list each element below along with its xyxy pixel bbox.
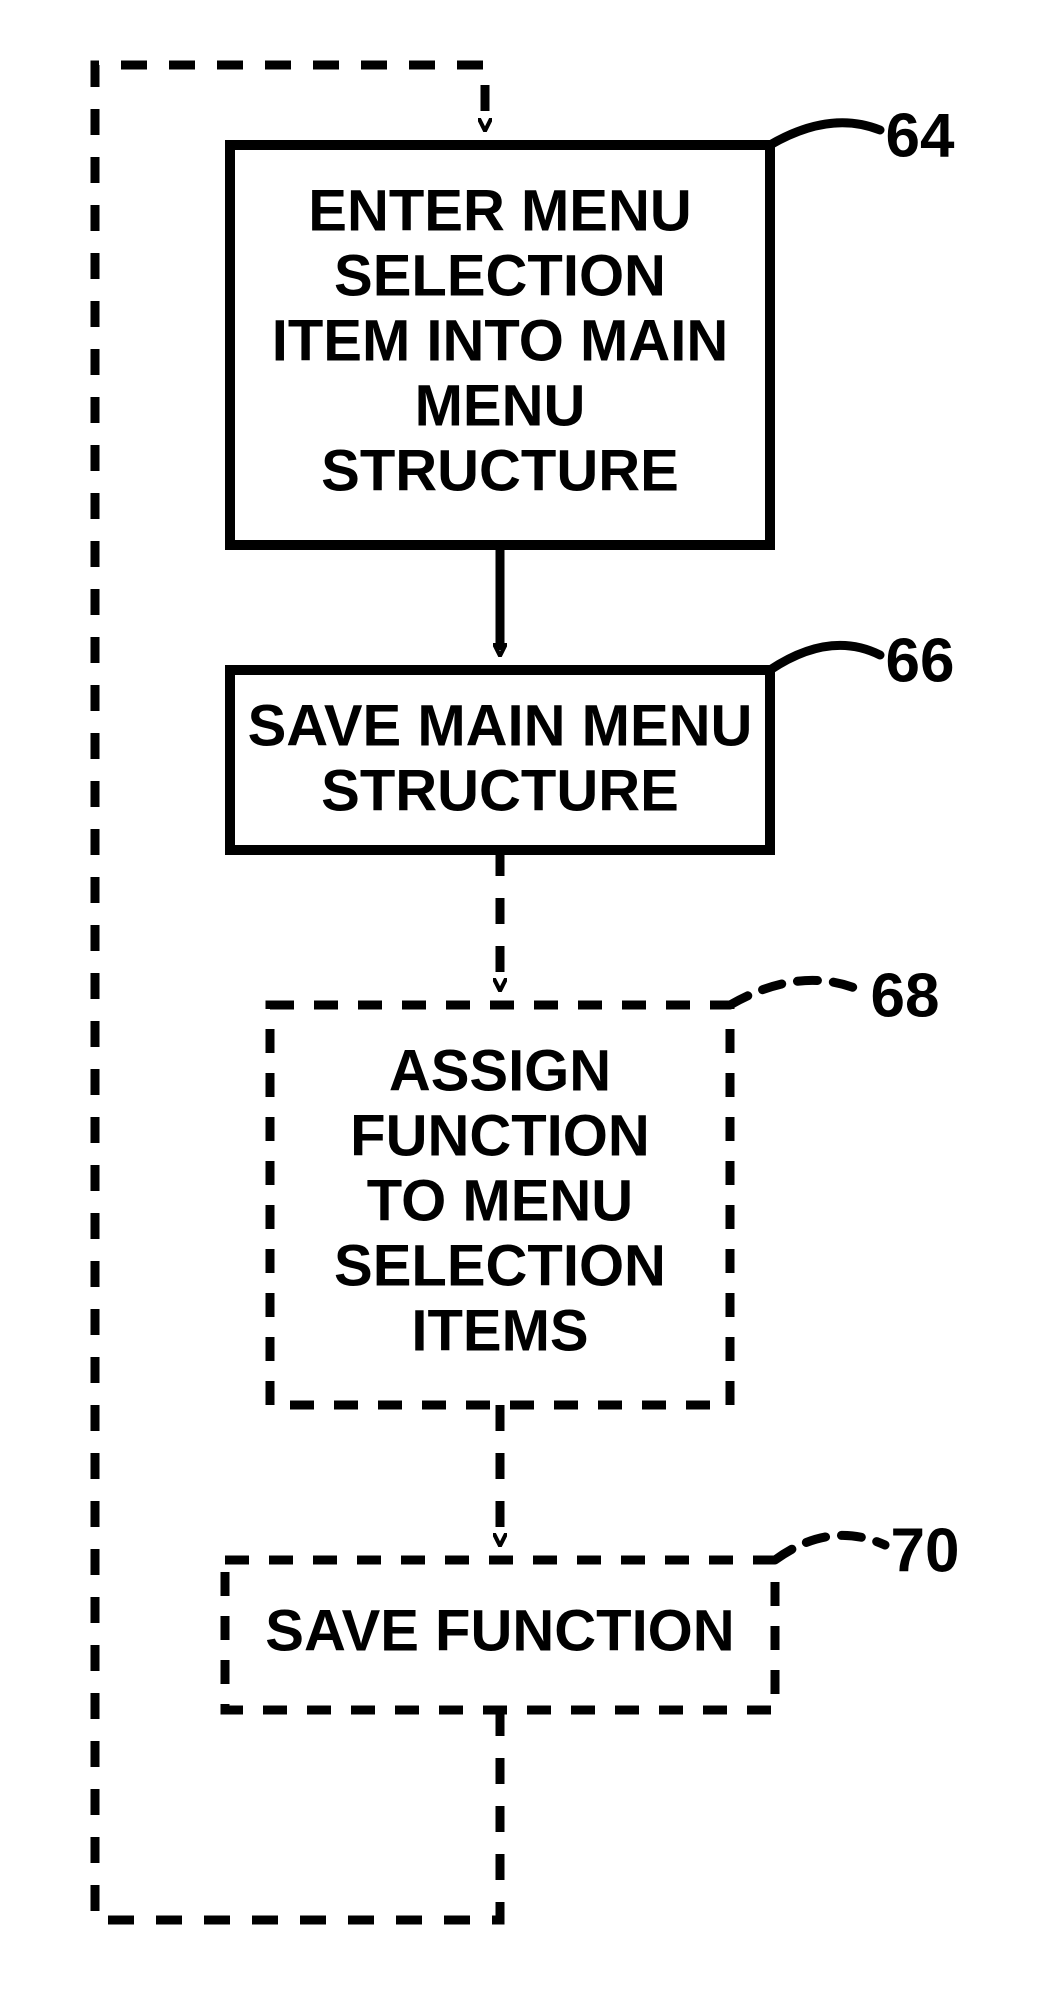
- node-64-line4: MENU: [415, 373, 586, 438]
- node-68-line3: TO MENU: [367, 1168, 633, 1233]
- node-68-line1: ASSIGN: [389, 1038, 611, 1103]
- ref-66-label: 66: [886, 626, 955, 695]
- node-64: ENTER MENU SELECTION ITEM INTO MAIN MENU…: [230, 145, 770, 545]
- node-66: SAVE MAIN MENU STRUCTURE: [230, 670, 770, 850]
- node-64-line1: ENTER MENU: [308, 178, 691, 243]
- node-70: SAVE FUNCTION: [225, 1560, 775, 1710]
- flowchart-svg: ENTER MENU SELECTION ITEM INTO MAIN MENU…: [0, 0, 1047, 2011]
- node-66-line1: SAVE MAIN MENU: [248, 693, 753, 758]
- ref-70-leader: [775, 1535, 885, 1560]
- ref-68-label: 68: [871, 961, 940, 1030]
- node-68-line5: ITEMS: [411, 1298, 588, 1363]
- ref-70-label: 70: [891, 1516, 960, 1585]
- node-68: ASSIGN FUNCTION TO MENU SELECTION ITEMS: [270, 1005, 730, 1405]
- ref-64-label: 64: [886, 101, 955, 170]
- node-64-line3: ITEM INTO MAIN: [272, 308, 728, 373]
- node-64-line2: SELECTION: [334, 243, 666, 308]
- node-68-line4: SELECTION: [334, 1233, 666, 1298]
- ref-66-leader: [770, 645, 880, 670]
- ref-68-leader: [730, 980, 860, 1005]
- node-70-line1: SAVE FUNCTION: [265, 1598, 734, 1663]
- node-66-line2: STRUCTURE: [321, 758, 679, 823]
- ref-64-leader: [770, 123, 880, 145]
- node-68-line2: FUNCTION: [350, 1103, 650, 1168]
- node-64-line5: STRUCTURE: [321, 438, 679, 503]
